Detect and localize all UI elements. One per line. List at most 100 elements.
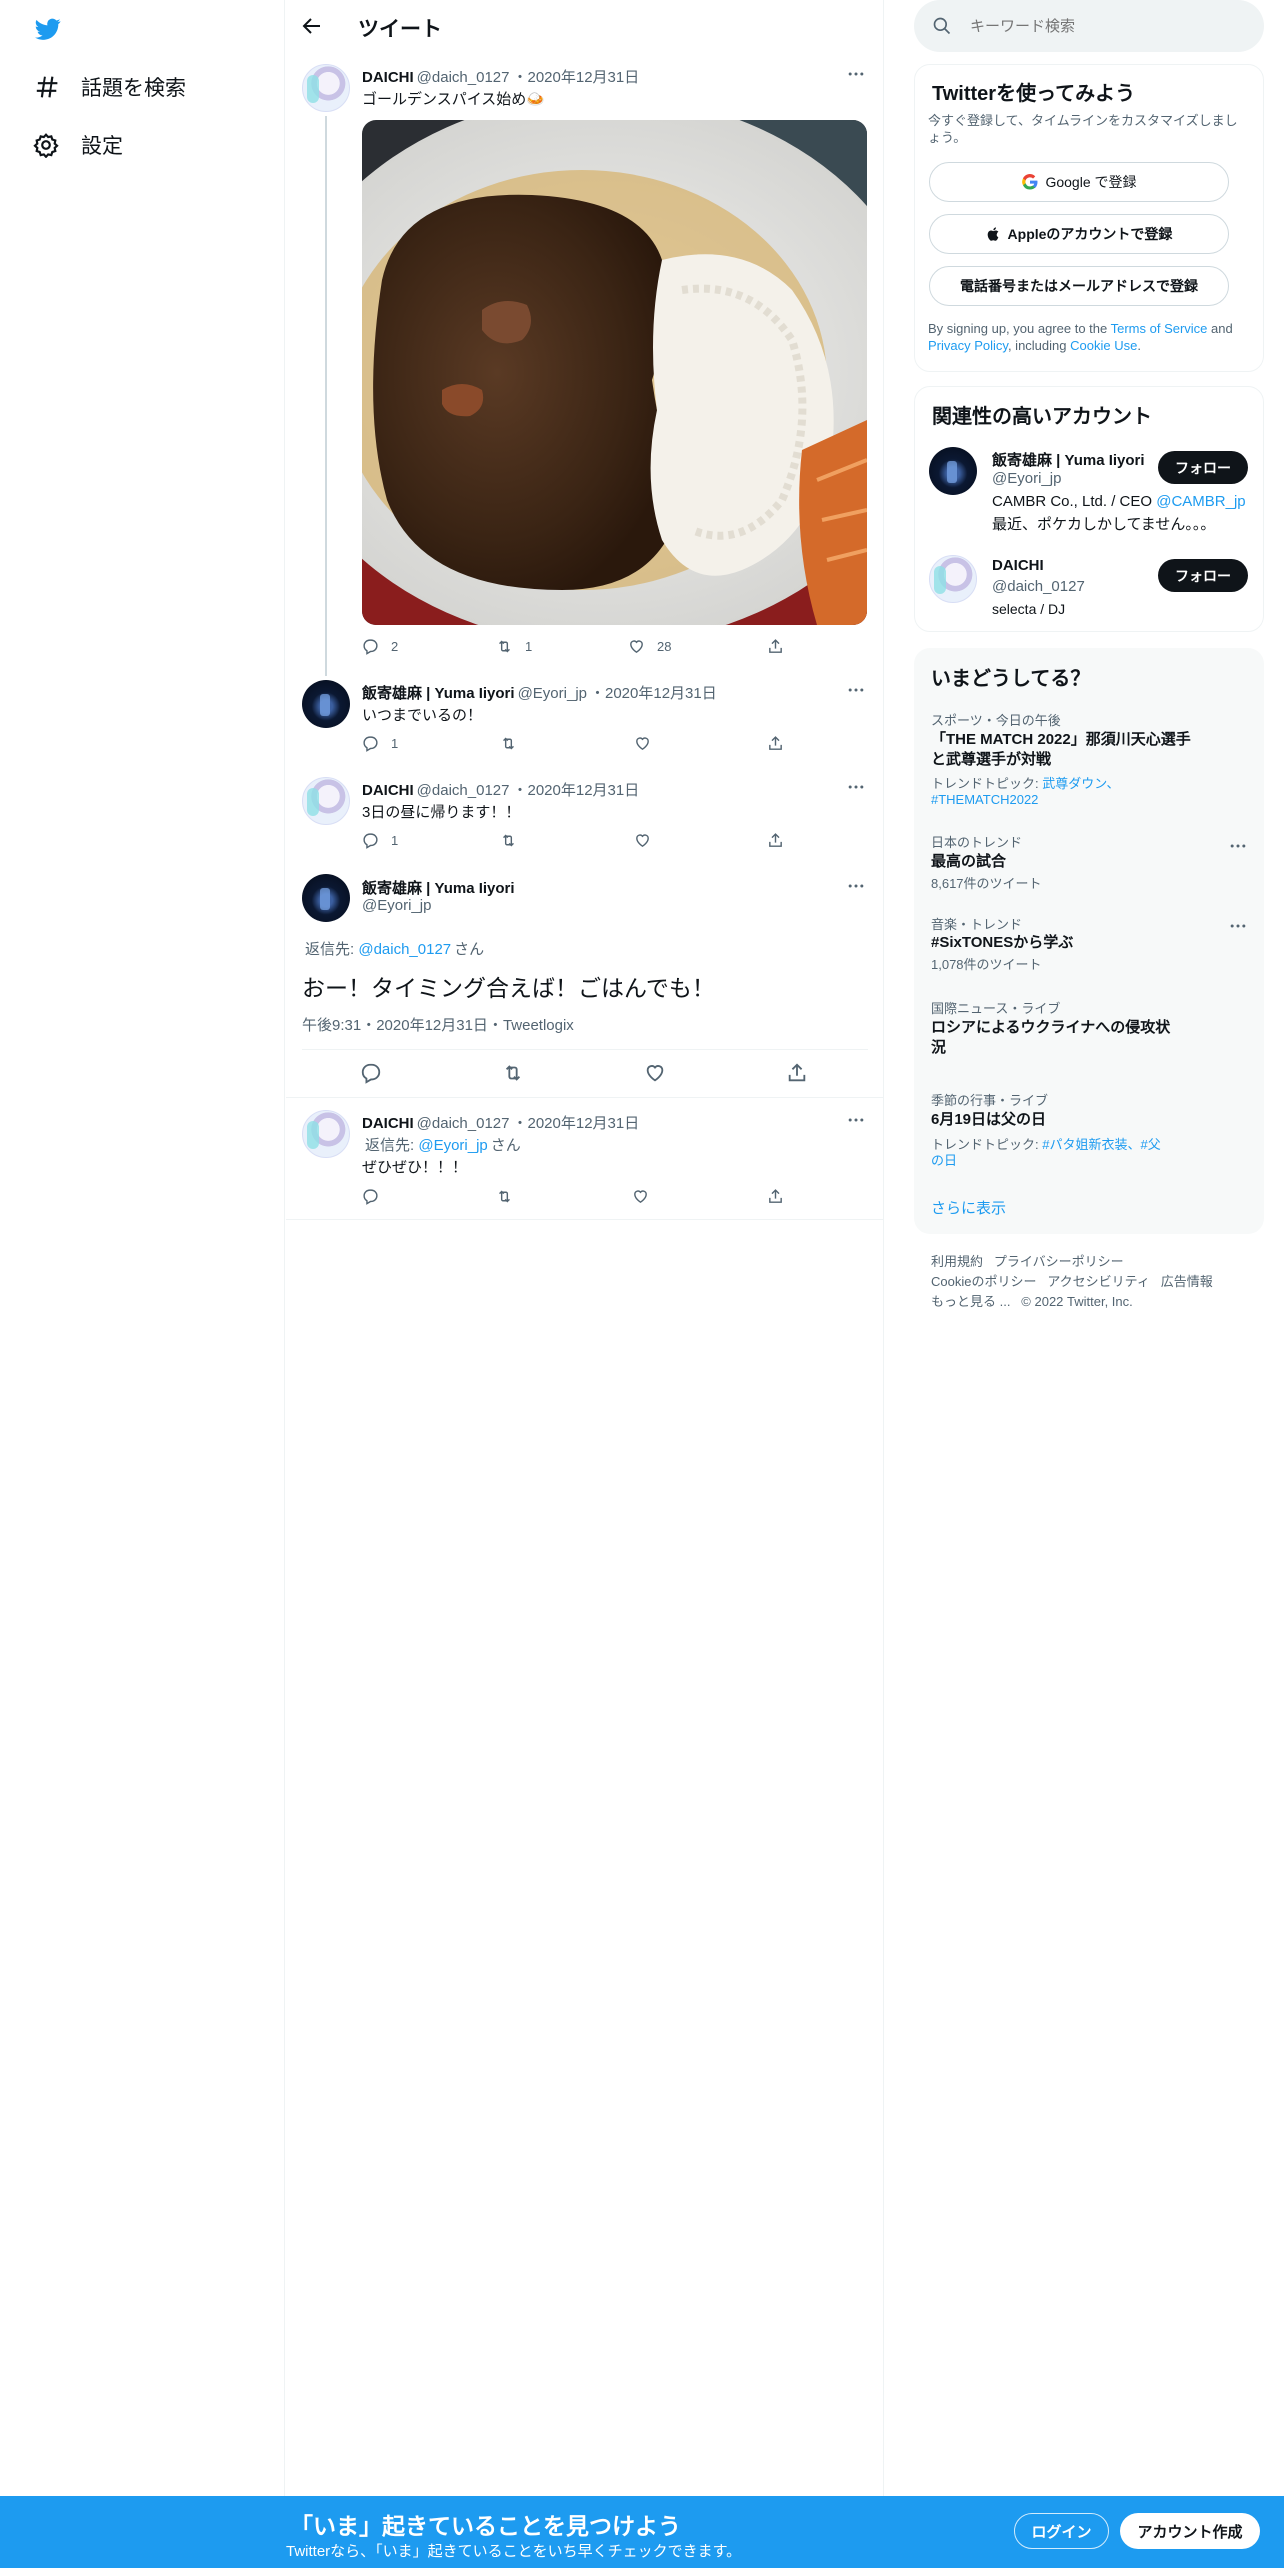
phone-signup-button[interactable]: 電話番号またはメールアドレスで登録 (929, 266, 1229, 306)
search-input[interactable] (970, 12, 1250, 40)
share-button[interactable] (767, 735, 784, 752)
reply-button[interactable] (360, 1062, 382, 1084)
retweet-button[interactable] (496, 1188, 513, 1205)
account-name[interactable]: 飯寄雄麻 | Yuma Iiyori (992, 449, 1145, 470)
share-icon (769, 736, 782, 750)
like-button[interactable] (644, 1062, 666, 1084)
retweet-button[interactable] (500, 735, 517, 752)
reply-count: 1 (391, 736, 399, 751)
avatar[interactable] (302, 1110, 350, 1158)
google-signup-button[interactable]: Google で登録 (929, 162, 1229, 202)
footer-link[interactable]: アクセシビリティ (1047, 1274, 1150, 1289)
tweet-text: いつまでいるの！ (362, 707, 483, 724)
avatar[interactable] (929, 555, 977, 603)
account-name[interactable]: DAICHI (992, 557, 1044, 574)
tweet-time[interactable]: 午後9:31・2020年12月31日・ (302, 1017, 503, 1034)
account-handle[interactable]: @daich_0127 (992, 578, 1085, 595)
more-icon[interactable] (846, 64, 866, 84)
tweet-date[interactable]: ・2020年12月31日 (512, 1115, 639, 1132)
reply-button[interactable]: 1 (362, 832, 398, 849)
avatar[interactable] (929, 447, 977, 495)
account-handle[interactable]: @Eyori_jp (992, 470, 1061, 487)
share-button[interactable] (767, 638, 784, 655)
back-arrow-icon[interactable] (300, 14, 324, 38)
tweet-date[interactable]: ・2020年12月31日 (512, 782, 639, 799)
more-icon[interactable] (846, 1110, 866, 1130)
author-handle[interactable]: @Eyori_jp (362, 897, 431, 914)
reply-to-link[interactable]: @Eyori_jp (418, 1137, 487, 1154)
banner-title: 「いま」起きていることを見つけよう (290, 2513, 681, 2539)
footer-link[interactable]: Cookieのポリシー (931, 1274, 1036, 1289)
share-button[interactable] (767, 832, 784, 849)
reply-button[interactable]: 2 (362, 638, 398, 655)
curry-photo[interactable] (362, 120, 867, 625)
bio-mention-link[interactable]: @CAMBR_jp (1156, 493, 1245, 510)
reply-prefix: 返信先: (305, 941, 359, 958)
like-button[interactable] (632, 1188, 649, 1205)
tweet-date[interactable]: ・2020年12月31日 (512, 69, 639, 86)
reply-to-link[interactable]: @daich_0127 (358, 941, 451, 958)
more-icon[interactable] (846, 680, 866, 700)
author-handle[interactable]: @Eyori_jp (518, 685, 587, 702)
avatar[interactable] (302, 777, 350, 825)
retweet-button[interactable] (500, 832, 517, 849)
search-box[interactable] (914, 0, 1264, 52)
author-handle[interactable]: @daich_0127 (417, 782, 510, 799)
footer-more-link[interactable]: もっと見る ... (931, 1294, 1010, 1309)
more-icon[interactable] (846, 876, 866, 896)
author-name[interactable]: DAICHI (362, 69, 414, 86)
nav-explore[interactable]: 話題を検索 (33, 72, 186, 102)
footer-link[interactable]: プライバシーポリシー (994, 1254, 1124, 1269)
terms-text: , including (1007, 338, 1071, 353)
retweet-button[interactable] (502, 1062, 524, 1084)
share-button[interactable] (786, 1062, 808, 1084)
more-icon[interactable] (846, 777, 866, 797)
terms-link[interactable]: Terms of Service (1111, 321, 1208, 336)
signup-terms: By signing up, you agree to the Terms of… (928, 320, 1253, 354)
avatar[interactable] (302, 874, 350, 922)
author-handle[interactable]: @daich_0127 (417, 1115, 510, 1132)
apple-signup-button[interactable]: Appleのアカウントで登録 (929, 214, 1229, 254)
author-handle[interactable]: @daich_0127 (417, 69, 510, 86)
hashtag-icon (36, 76, 58, 98)
reply-button[interactable]: 1 (362, 735, 398, 752)
more-icon[interactable] (1228, 836, 1248, 856)
reply-icon (363, 736, 378, 752)
twitter-logo-icon[interactable] (33, 16, 63, 42)
author-name[interactable]: DAICHI (362, 1115, 414, 1132)
divider (286, 1219, 884, 1220)
show-more-link[interactable]: さらに表示 (931, 1197, 1006, 1218)
author-name[interactable]: 飯寄雄麻 | Yuma Iiyori (362, 685, 515, 702)
more-icon[interactable] (1228, 916, 1248, 936)
signup-subtitle: 今すぐ登録して、タイムラインをカスタマイズしましょう。 (928, 113, 1238, 145)
avatar[interactable] (302, 64, 350, 112)
terms-text: By signing up, you agree to the (928, 321, 1111, 336)
avatar[interactable] (302, 680, 350, 728)
share-button[interactable] (767, 1188, 784, 1205)
retweet-button[interactable]: 1 (496, 638, 532, 655)
tweet-client[interactable]: Tweetlogix (503, 1017, 574, 1034)
cookie-link[interactable]: Cookie Use (1070, 338, 1137, 353)
like-button[interactable]: 28 (628, 638, 671, 655)
share-icon (788, 1063, 806, 1082)
left-navigation: 話題を検索 設定 (0, 0, 285, 2496)
account-bio: 最近、ポケカしかしてません。。。 (992, 516, 1216, 533)
footer-link[interactable]: 広告情報 (1161, 1274, 1213, 1289)
reply-button[interactable] (362, 1188, 379, 1205)
trend-category: 日本のトレンド (931, 835, 1023, 850)
follow-button[interactable]: フォロー (1158, 559, 1248, 592)
tweet-date[interactable]: ・2020年12月31日 (590, 685, 717, 702)
login-button[interactable]: ログイン (1014, 2513, 1109, 2549)
footer-links: Cookieのポリシー アクセシビリティ 広告情報 (931, 1271, 1213, 1290)
privacy-link[interactable]: Privacy Policy (928, 338, 1008, 353)
reply-context: 返信先: @daich_0127 さん (302, 938, 484, 959)
create-account-button[interactable]: アカウント作成 (1120, 2513, 1260, 2549)
like-button[interactable] (634, 735, 651, 752)
like-count: 28 (657, 639, 672, 654)
like-button[interactable] (634, 832, 651, 849)
footer-link[interactable]: 利用規約 (931, 1254, 983, 1269)
nav-settings[interactable]: 設定 (33, 130, 123, 160)
follow-button[interactable]: フォロー (1158, 451, 1248, 484)
author-name[interactable]: 飯寄雄麻 | Yuma Iiyori (362, 877, 515, 898)
author-name[interactable]: DAICHI (362, 782, 414, 799)
